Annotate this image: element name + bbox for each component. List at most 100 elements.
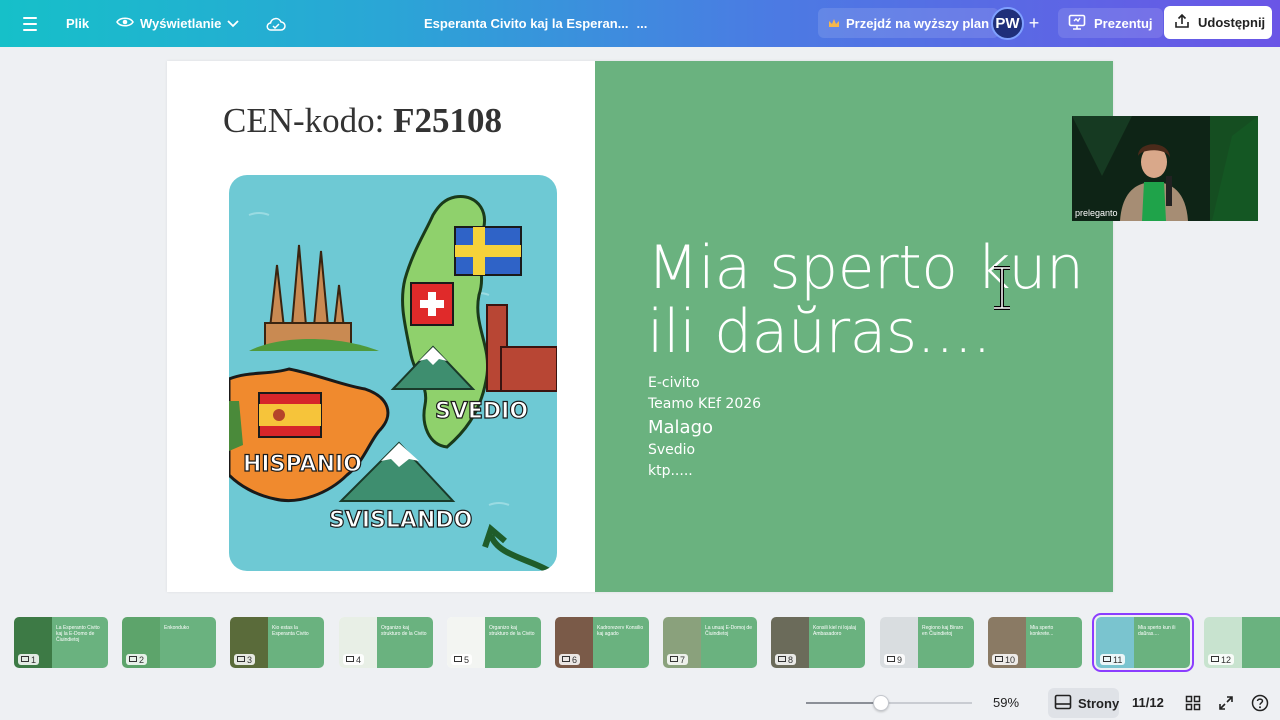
present-icon bbox=[1068, 14, 1086, 33]
zoom-slider-fill bbox=[806, 702, 881, 704]
slide-thumbnail[interactable]: Enkonduko 2 bbox=[122, 617, 216, 668]
zoom-slider-handle[interactable] bbox=[872, 695, 889, 711]
thumbnail-number-label: 6 bbox=[572, 654, 578, 665]
page-counter[interactable]: 11/12 bbox=[1132, 695, 1164, 710]
file-menu-label: Plik bbox=[66, 16, 90, 31]
slide-title: Mia sperto kun ili daŭras.... bbox=[647, 233, 1084, 364]
text-cursor-icon bbox=[990, 266, 1014, 315]
thumbnail-text: Regiono kaj Biraro en Ĉiuindietoj bbox=[922, 625, 964, 637]
view-menu-label: Wyświetlanie bbox=[140, 16, 222, 31]
map-label-sweden: SVEDIO bbox=[435, 399, 528, 424]
thumbnail-number-label: 5 bbox=[464, 654, 470, 665]
subtitle-line: E-civito bbox=[648, 375, 700, 391]
zoom-slider[interactable] bbox=[806, 702, 972, 704]
thumbnail-panel bbox=[1242, 617, 1280, 668]
thumbnail-number: 2 bbox=[126, 654, 148, 665]
view-menu[interactable]: Wyświetlanie bbox=[116, 0, 240, 47]
thumbnail-number-label: 12 bbox=[1221, 654, 1232, 665]
slide-thumbnail[interactable]: Konsili kiel ni lojalaj Ambasadoro 8 bbox=[771, 617, 865, 668]
slide-thumbnail[interactable]: La Esperanto Civito kaj la E-Domo de Ĉiu… bbox=[14, 617, 108, 668]
map-label-spain: HISPANIO bbox=[243, 452, 362, 477]
slide-thumbnail-strip: La Esperanto Civito kaj la E-Domo de Ĉiu… bbox=[0, 612, 1280, 674]
avatar-initials: PW bbox=[995, 15, 1020, 32]
thumbnail-number-label: 10 bbox=[1005, 654, 1016, 665]
document-title[interactable]: Esperanta Civito kaj la Esperan... ... bbox=[424, 0, 647, 47]
slide-thumbnail[interactable]: Organizo kaj strukturo de la Civito 4 bbox=[339, 617, 433, 668]
cen-code-value: F25108 bbox=[393, 101, 503, 140]
chevron-down-icon bbox=[227, 16, 240, 31]
slide-thumbnail[interactable]: 12 bbox=[1204, 617, 1280, 668]
cloud-sync-icon[interactable] bbox=[266, 0, 286, 47]
thumbnail-number: 7 bbox=[667, 654, 689, 665]
thumbnail-text: Enkonduko bbox=[164, 625, 190, 631]
comment-icon bbox=[670, 655, 678, 665]
comment-icon bbox=[1211, 655, 1219, 665]
thumbnail-number: 4 bbox=[343, 654, 365, 665]
thumbnail-text: La Esperanto Civito kaj la E-Domo de Ĉiu… bbox=[56, 625, 100, 643]
top-bar: Plik Wyświetlanie Esperanta Civito kaj l… bbox=[0, 0, 1280, 47]
menu-hamburger-icon[interactable] bbox=[16, 0, 44, 47]
slide-thumbnail[interactable]: Mia sperto kun ili daŭras.... 11 bbox=[1092, 613, 1194, 672]
thumbnail-number-label: 4 bbox=[356, 654, 362, 665]
thumbnail-number-label: 2 bbox=[139, 654, 145, 665]
thumbnail-number: 10 bbox=[992, 654, 1019, 665]
slide-thumbnail[interactable]: Regiono kaj Biraro en Ĉiuindietoj 9 bbox=[880, 617, 974, 668]
webcam-overlay[interactable]: preleganto bbox=[1072, 116, 1258, 221]
slide-left-panel: CEN-kodo: F25108 SVEDIO HISPANIO SVISLAN… bbox=[167, 61, 595, 592]
crown-icon bbox=[828, 16, 840, 31]
thumbnail-text: Mia sperto kun ili daŭras.... bbox=[1138, 625, 1176, 637]
share-label: Udostępnij bbox=[1198, 15, 1266, 30]
file-menu[interactable]: Plik bbox=[66, 0, 89, 47]
slide-thumbnail[interactable]: Organizo kaj strukturo de la Civito 5 bbox=[447, 617, 541, 668]
upgrade-label: Przejdź na wyższy plan bbox=[846, 15, 990, 31]
comment-icon bbox=[454, 655, 462, 665]
thumbnail-number-label: 9 bbox=[897, 654, 903, 665]
slide-thumbnail[interactable]: La unuaj E-Domoj de Ĉiuindietoj 7 bbox=[663, 617, 757, 668]
comment-icon bbox=[887, 655, 895, 665]
thumbnail-text: Organizo kaj strukturo de la Civito bbox=[489, 625, 535, 637]
thumbnail-text: Mia sperto konkrete... bbox=[1030, 625, 1054, 637]
thumbnail-number: 6 bbox=[559, 654, 581, 665]
subtitle-line: Svedio bbox=[648, 442, 696, 458]
share-button[interactable]: Udostępnij bbox=[1164, 6, 1272, 39]
thumbnail-text: Konsili kiel ni lojalaj Ambasadoro bbox=[813, 625, 857, 637]
bottom-bar: 59% Strony 11/12 bbox=[0, 686, 1280, 720]
thumbnail-number: 12 bbox=[1208, 654, 1235, 665]
comment-icon bbox=[21, 655, 29, 665]
slide-thumbnail[interactable]: Kadrorezerv Konsilio kaj agado 6 bbox=[555, 617, 649, 668]
comment-icon bbox=[1103, 655, 1111, 665]
thumbnail-text: La unuaj E-Domoj de Ĉiuindietoj bbox=[705, 625, 752, 637]
slide-subtitle-list: E-civito Teamo KEf 2026 Malago Svedio kt… bbox=[648, 373, 761, 482]
cen-code-label: CEN-kodo: bbox=[223, 101, 385, 140]
document-title-more: ... bbox=[636, 16, 648, 31]
avatar[interactable]: PW bbox=[991, 7, 1024, 40]
slide-thumbnail[interactable]: Kio estas la Esperanta Civito 3 bbox=[230, 617, 324, 668]
thumbnail-number: 8 bbox=[775, 654, 797, 665]
upgrade-button[interactable]: Przejdź na wyższy plan bbox=[818, 8, 1000, 38]
thumbnail-number: 1 bbox=[18, 654, 40, 665]
slide-thumbnail[interactable]: Mia sperto konkrete... 10 bbox=[988, 617, 1082, 668]
thumbnail-text: Kio estas la Esperanta Civito bbox=[272, 625, 309, 637]
zoom-percentage[interactable]: 59% bbox=[993, 695, 1019, 710]
comment-icon bbox=[562, 655, 570, 665]
thumbnail-number: 3 bbox=[234, 654, 256, 665]
pages-view-button[interactable]: Strony bbox=[1048, 688, 1119, 718]
help-icon[interactable] bbox=[1249, 692, 1271, 714]
thumbnail-text: Organizo kaj strukturo de la Civito bbox=[381, 625, 427, 637]
add-collaborator-button[interactable]: + bbox=[1026, 0, 1042, 47]
subtitle-line: ktp..... bbox=[648, 463, 693, 479]
fullscreen-icon[interactable] bbox=[1215, 692, 1237, 714]
thumbnail-number: 9 bbox=[884, 654, 906, 665]
comment-icon bbox=[129, 655, 137, 665]
plus-icon: + bbox=[1028, 13, 1040, 33]
document-title-text: Esperanta Civito kaj la Esperan... bbox=[424, 16, 629, 31]
slide-canvas[interactable]: CEN-kodo: F25108 SVEDIO HISPANIO SVISLAN… bbox=[167, 61, 1113, 592]
slide-title-line-1: Mia sperto kun bbox=[647, 233, 1084, 303]
comment-icon bbox=[995, 655, 1003, 665]
present-button[interactable]: Prezentuj bbox=[1058, 8, 1163, 38]
comment-icon bbox=[346, 655, 354, 665]
pages-icon bbox=[1054, 694, 1072, 713]
thumbnail-number-label: 3 bbox=[247, 654, 253, 665]
grid-view-icon[interactable] bbox=[1182, 692, 1204, 714]
thumbnail-number-label: 11 bbox=[1113, 654, 1123, 665]
